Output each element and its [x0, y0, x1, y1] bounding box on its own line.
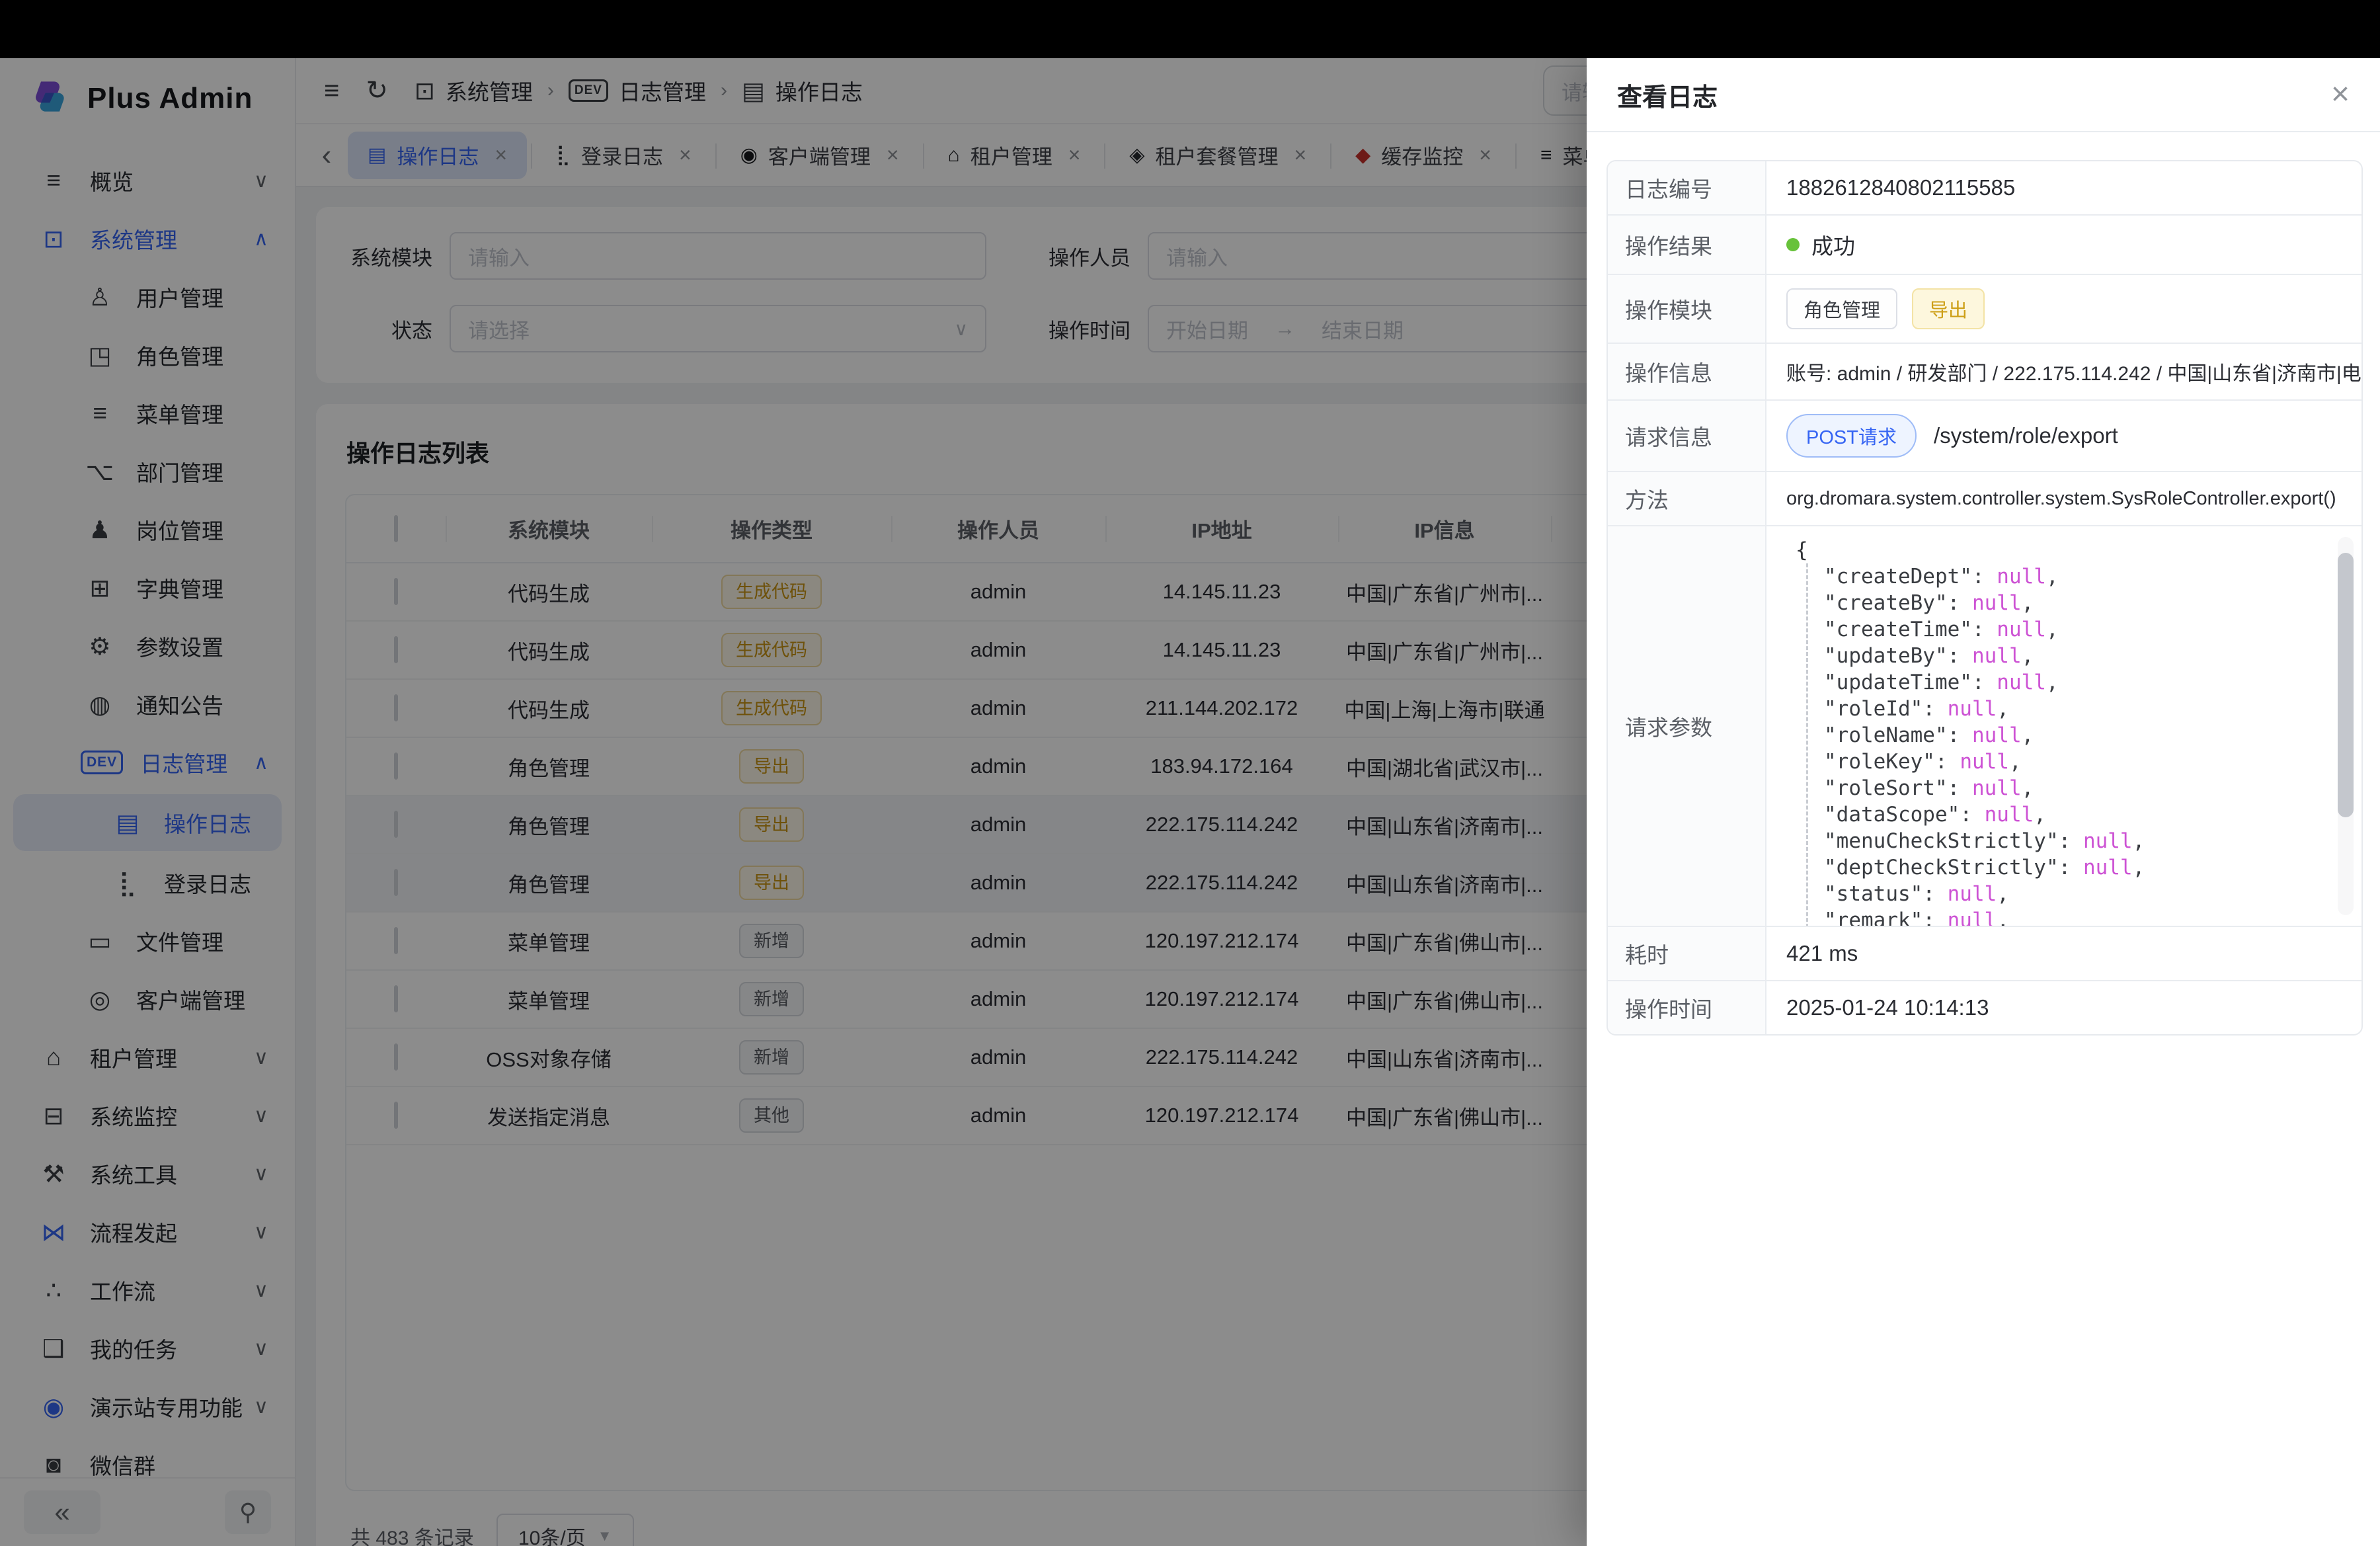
detail-row-op-info: 操作信息 账号: admin / 研发部门 / 222.175.114.242 …	[1608, 344, 2361, 401]
success-dot-icon	[1786, 238, 1800, 251]
json-line: "menuCheckStrictly": null,	[1824, 828, 2361, 854]
detail-row-module: 操作模块 角色管理 导出	[1608, 275, 2361, 344]
json-line: "remark": null,	[1824, 907, 2361, 926]
drawer-body: 日志编号 1882612840802115585 操作结果 成功 操作模块 角色…	[1587, 132, 2380, 1546]
json-line: "status": null,	[1824, 881, 2361, 907]
op-info-value: 账号: admin / 研发部门 / 222.175.114.242 / 中国|…	[1766, 344, 2361, 399]
detail-row-params: 请求参数 { "createDept": null, "createBy": n…	[1608, 526, 2361, 927]
log-detail-table: 日志编号 1882612840802115585 操作结果 成功 操作模块 角色…	[1606, 160, 2363, 1036]
json-line: "dataScope": null,	[1824, 801, 2361, 828]
json-line: "roleId": null,	[1824, 696, 2361, 722]
json-line: "deptCheckStrictly": null,	[1824, 854, 2361, 881]
log-id-value: 1882612840802115585	[1766, 161, 2361, 214]
json-open-brace: {	[1796, 537, 2361, 563]
detail-row-request: 请求信息 POST请求 /system/role/export	[1608, 401, 2361, 472]
detail-row-log-id: 日志编号 1882612840802115585	[1608, 161, 2361, 216]
json-line: "updateTime": null,	[1824, 669, 2361, 696]
op-time-value: 2025-01-24 10:14:13	[1766, 981, 2361, 1034]
request-params-viewer[interactable]: { "createDept": null, "createBy": null, …	[1766, 526, 2361, 926]
view-log-drawer: 查看日志 × 日志编号 1882612840802115585 操作结果 成功 …	[1587, 58, 2380, 1546]
post-method-tag: POST请求	[1786, 414, 1917, 458]
json-line: "roleSort": null,	[1824, 775, 2361, 801]
export-tag: 导出	[1912, 288, 1985, 329]
detail-row-cost: 耗时 421 ms	[1608, 927, 2361, 981]
scrollbar-thumb[interactable]	[2338, 553, 2354, 817]
top-black-bar	[0, 0, 2380, 58]
method-value: org.dromara.system.controller.system.Sys…	[1766, 472, 2361, 525]
screen: Plus Admin ≡ 概览 ∨ ⊡ 系统管理 ∧ ♙ 用户管理 ◳	[0, 0, 2380, 1546]
drawer-header: 查看日志 ×	[1587, 58, 2380, 132]
detail-row-method: 方法 org.dromara.system.controller.system.…	[1608, 472, 2361, 526]
detail-row-op-time: 操作时间 2025-01-24 10:14:13	[1608, 981, 2361, 1034]
close-icon[interactable]: ×	[2331, 79, 2350, 110]
json-line: "createDept": null,	[1824, 563, 2361, 590]
request-path: /system/role/export	[1934, 423, 2118, 448]
json-line: "createBy": null,	[1824, 590, 2361, 616]
json-line: "updateBy": null,	[1824, 643, 2361, 669]
cost-value: 421 ms	[1766, 927, 2361, 980]
json-line: "createTime": null,	[1824, 616, 2361, 643]
drawer-title: 查看日志	[1617, 77, 1718, 113]
scrollbar-track[interactable]	[2338, 537, 2354, 915]
module-tag: 角色管理	[1786, 288, 1897, 329]
detail-row-result: 操作结果 成功	[1608, 216, 2361, 275]
result-value: 成功	[1811, 229, 1855, 261]
json-line: "roleName": null,	[1824, 722, 2361, 749]
json-line: "roleKey": null,	[1824, 749, 2361, 775]
